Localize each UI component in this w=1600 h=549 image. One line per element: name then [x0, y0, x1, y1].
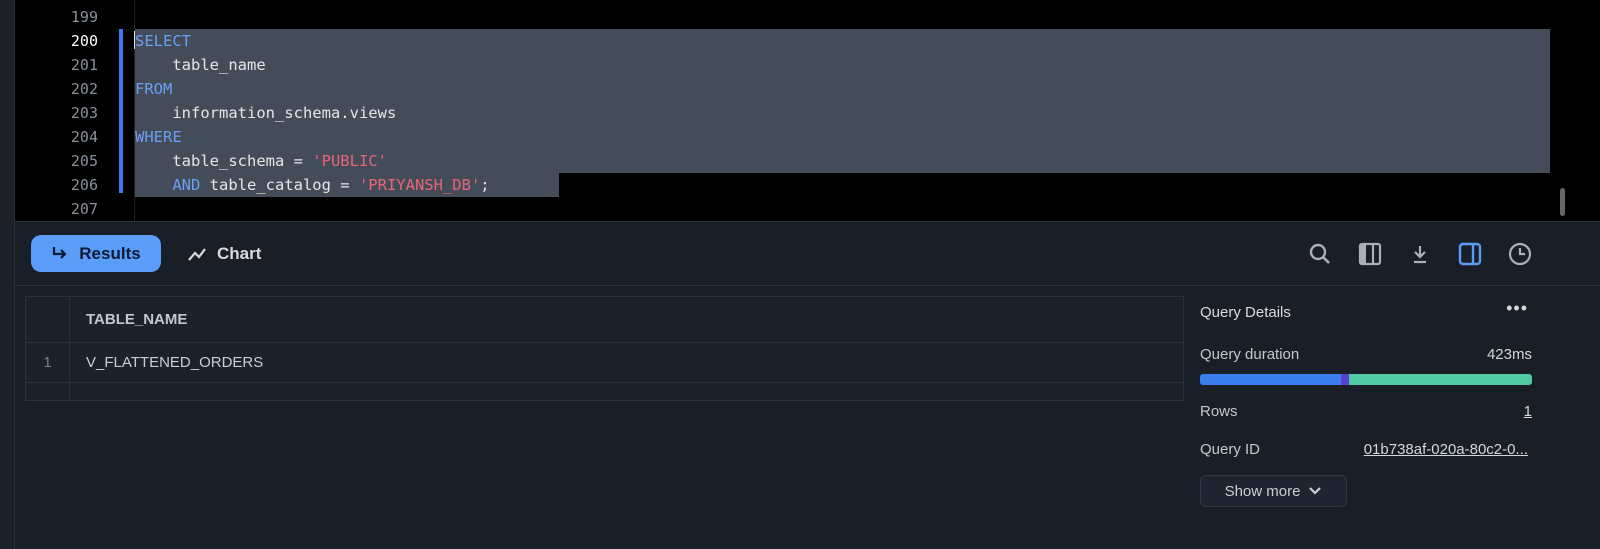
- selection-marker: [119, 29, 123, 193]
- row-index: [26, 383, 70, 401]
- empty-row: [26, 383, 1183, 401]
- selection-highlight: [135, 29, 1550, 53]
- split-view-icon[interactable]: [1458, 242, 1482, 266]
- code-line[interactable]: table_schema = 'PUBLIC': [135, 149, 387, 173]
- history-icon[interactable]: [1508, 242, 1532, 266]
- code-text: table_schema =: [135, 152, 313, 170]
- line-number: 202: [70, 80, 98, 98]
- line-number: 200: [70, 32, 98, 50]
- results-label: Results: [79, 243, 141, 263]
- columns-icon[interactable]: [1358, 242, 1382, 266]
- selection-highlight: [135, 125, 1550, 149]
- sql-string: 'PRIYANSH_DB': [358, 176, 481, 194]
- line-number: 205: [70, 152, 98, 170]
- code-text: table_name: [135, 56, 266, 74]
- code-text: table_catalog =: [200, 176, 359, 194]
- line-number: 206: [70, 176, 98, 194]
- line-number: 207: [70, 200, 98, 218]
- table-row[interactable]: 1 V_FLATTENED_ORDERS: [26, 343, 1183, 383]
- line-number: 201: [70, 56, 98, 74]
- code-text: ;: [480, 176, 490, 194]
- selection-highlight: [135, 53, 1550, 77]
- line-number: 199: [70, 8, 98, 26]
- chevron-down-icon: [1309, 487, 1322, 495]
- arrow-return-icon: [53, 246, 67, 259]
- column-header[interactable]: TABLE_NAME: [86, 311, 187, 328]
- table-header: TABLE_NAME: [26, 297, 1183, 343]
- code-line[interactable]: SELECT: [135, 29, 191, 53]
- text-cursor: [134, 31, 135, 49]
- sql-keyword: SELECT: [135, 32, 191, 50]
- editor-scrollbar[interactable]: [1560, 188, 1565, 216]
- code-line[interactable]: information_schema.views: [135, 101, 396, 125]
- code-line[interactable]: FROM: [135, 77, 172, 101]
- chart-label: Chart: [217, 243, 262, 263]
- sql-keyword: AND: [172, 176, 201, 194]
- query-id-label: Query ID: [1200, 441, 1261, 458]
- results-tab[interactable]: Results: [31, 235, 161, 272]
- show-more-button[interactable]: Show more: [1200, 475, 1347, 507]
- search-icon[interactable]: [1308, 242, 1332, 266]
- show-more-label: Show more: [1224, 482, 1301, 500]
- line-number: 204: [70, 128, 98, 146]
- results-table: TABLE_NAME 1 V_FLATTENED_ORDERS: [25, 296, 1184, 401]
- sql-editor[interactable]: 199 200 SELECT 201 table_name 202 FROM 203 inf…: [15, 0, 1600, 222]
- table-cell[interactable]: V_FLATTENED_ORDERS: [86, 354, 263, 371]
- code-line[interactable]: table_name: [135, 53, 266, 77]
- rows-value[interactable]: 1: [1524, 403, 1532, 420]
- query-id-link[interactable]: 01b738af-020a-80c2-0...: [1364, 441, 1528, 458]
- duration-segment: [1200, 374, 1342, 385]
- download-icon[interactable]: [1408, 242, 1432, 266]
- left-strip: [0, 0, 15, 549]
- details-title: Query Details: [1200, 304, 1291, 321]
- sql-keyword: FROM: [135, 80, 173, 98]
- duration-value: 423ms: [1486, 346, 1532, 363]
- line-number: 203: [70, 104, 98, 122]
- selection-highlight: [135, 77, 1550, 101]
- chart-tab[interactable]: Chart: [187, 235, 261, 272]
- code-line[interactable]: AND table_catalog = 'PRIYANSH_DB';: [135, 173, 490, 197]
- more-options-icon[interactable]: •••: [1506, 298, 1528, 319]
- sql-keyword: WHERE: [135, 128, 182, 146]
- results-toolbar: Results Chart: [15, 222, 1600, 286]
- code-text: information_schema.views: [135, 104, 397, 122]
- line-chart-icon: [188, 247, 206, 261]
- duration-segment: [1341, 374, 1350, 385]
- index-header: [26, 297, 70, 342]
- code-line[interactable]: WHERE: [135, 125, 182, 149]
- rows-label: Rows: [1200, 403, 1238, 420]
- row-index: 1: [26, 343, 70, 382]
- duration-bar: [1200, 374, 1532, 385]
- duration-segment: [1349, 374, 1532, 385]
- sql-string: 'PUBLIC': [312, 152, 387, 170]
- duration-label: Query duration: [1200, 346, 1300, 363]
